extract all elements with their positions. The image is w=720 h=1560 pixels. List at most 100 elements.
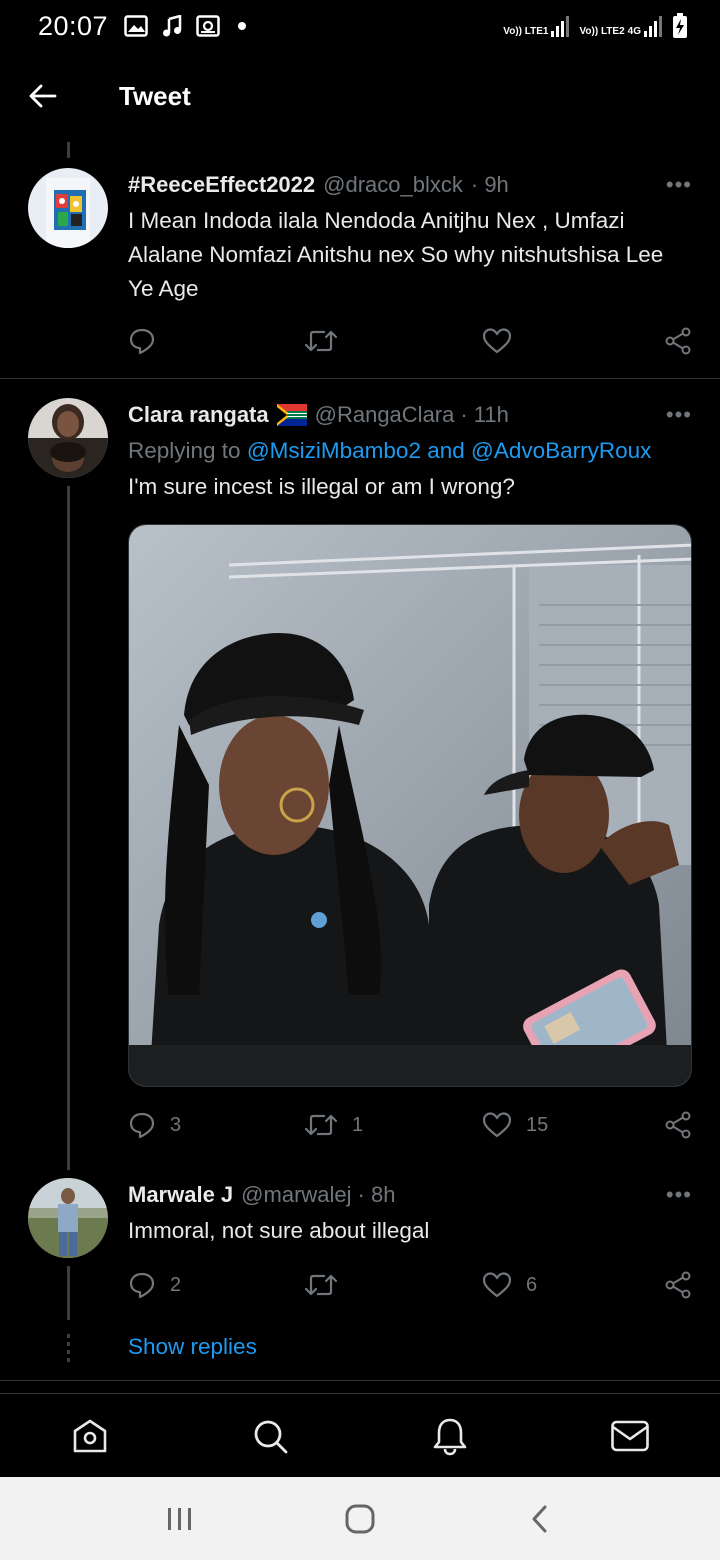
battery-charging-icon [673,13,687,38]
divider [0,1380,720,1381]
tweet-actions [128,324,692,358]
username[interactable]: @marwalej [241,1182,351,1208]
reply-icon [129,328,155,355]
arrow-left-icon [29,84,57,108]
reply-count: 2 [170,1273,182,1296]
tweet-header: Clara rangata 🇿🇦 @RangaClara · 11h ••• [128,400,692,430]
thread-line-top [67,142,70,158]
heart-icon [482,1112,512,1138]
display-name[interactable]: Marwale J [128,1182,233,1208]
mention-link[interactable]: @AdvoBarryRoux [471,438,651,463]
signal-icon [551,16,570,37]
reply-count: 3 [170,1113,182,1136]
username[interactable]: @draco_blxck [323,172,463,198]
thread-dots [67,1334,70,1364]
share-button[interactable] [664,1111,692,1139]
share-icon [665,327,691,355]
retweet-button[interactable] [304,328,482,354]
more-options-button[interactable]: ••• [666,402,692,428]
search-icon [254,1420,288,1453]
heart-icon [482,1272,512,1298]
page-title: Tweet [119,80,191,111]
status-right: Vo)) LTE1 Vo)) LTE2 4G [503,13,688,39]
retweet-icon [304,1114,338,1136]
bell-icon [433,1418,467,1455]
timestamp: · 8h [357,1182,396,1207]
reply-icon [129,1272,155,1299]
nav-home[interactable] [50,1396,130,1476]
notification-icons [124,15,247,37]
tweet[interactable]: Marwale J @marwalej · 8h ••• Immoral, no… [0,1170,720,1320]
tweet-actions: 2 6 [128,1268,692,1302]
more-options-button[interactable]: ••• [666,172,692,198]
tweet[interactable]: #ReeceEffect2022 @draco_blxck · 9h ••• I… [0,160,720,378]
recent-apps-icon [168,1507,191,1530]
reply-button[interactable] [128,327,304,355]
timestamp: · 11h [460,402,509,427]
tweet-body: Clara rangata 🇿🇦 @RangaClara · 11h ••• R… [128,400,692,504]
back-chevron-icon [532,1505,547,1532]
share-icon [665,1111,691,1139]
show-replies-link[interactable]: Show replies [128,1334,257,1360]
heart-icon [482,328,512,354]
display-name[interactable]: Clara rangata [128,402,269,428]
system-navigation-bar [0,1477,720,1560]
tweet-text: Immoral, not sure about illegal [128,1218,430,1243]
retweet-icon [304,1274,338,1296]
share-button[interactable] [664,1271,692,1299]
nav-notifications[interactable] [410,1396,490,1476]
replying-to: Replying to @MsiziMbambo2 and @AdvoBarry… [128,438,652,463]
tweet-text: I Mean Indoda ilala Nendoda Anitjhu Nex … [128,208,664,301]
signal-icon [644,16,662,37]
gallery-icon [124,15,148,37]
like-button[interactable]: 6 [482,1271,660,1299]
network-type: 4G [627,26,641,37]
home-circle-icon [345,1504,375,1533]
back-button-system[interactable] [500,1484,580,1554]
tweet-body: Marwale J @marwalej · 8h ••• Immoral, no… [128,1180,692,1248]
top-bar: Tweet [0,52,720,140]
share-button[interactable] [664,327,692,355]
status-time: 20:07 [38,10,109,41]
retweet-button[interactable] [304,1272,482,1298]
tweet-photo[interactable] [128,524,692,1087]
mention-link[interactable]: @MsiziMbambo2 [247,438,421,463]
like-count: 15 [526,1113,549,1136]
back-button[interactable] [0,52,86,140]
tweet-text: I'm sure incest is illegal or am I wrong… [128,474,515,499]
tweet-header: #ReeceEffect2022 @draco_blxck · 9h ••• [128,170,692,200]
share-icon [665,1271,691,1299]
music-icon [163,15,182,37]
retweet-count: 1 [352,1113,364,1136]
more-options-button[interactable]: ••• [666,1182,692,1208]
sim2-signal: Vo)) LTE2 4G [579,15,662,37]
nav-search[interactable] [230,1396,310,1476]
status-bar: 20:07 Vo)) LTE1 Vo)) LTE2 4G [0,0,720,52]
like-button[interactable] [482,327,660,355]
bottom-nav [0,1393,720,1477]
screen-record-icon [196,15,220,37]
avatar[interactable] [28,168,108,248]
display-name[interactable]: #ReeceEffect2022 [128,172,315,198]
retweet-button[interactable]: 1 [304,1112,482,1138]
timestamp: · 9h [470,172,509,197]
home-icon [73,1419,107,1452]
south-africa-flag-icon [276,404,307,426]
avatar[interactable] [28,398,108,478]
reply-button[interactable]: 2 [128,1271,304,1299]
like-count: 6 [526,1273,538,1296]
home-button[interactable] [320,1484,400,1554]
avatar[interactable] [28,1178,108,1258]
retweet-icon [304,330,338,352]
sim1-signal: Vo)) LTE1 [503,15,570,37]
mail-icon [611,1420,649,1451]
tweet-header: Marwale J @marwalej · 8h ••• [128,1180,692,1210]
username[interactable]: @RangaClara [315,402,455,428]
reply-button[interactable]: 3 [128,1111,304,1139]
nav-messages[interactable] [590,1396,670,1476]
reply-icon [129,1112,155,1139]
more-notifications-dot [238,22,247,30]
recent-apps-button[interactable] [140,1484,220,1554]
divider [0,378,720,379]
like-button[interactable]: 15 [482,1111,660,1139]
